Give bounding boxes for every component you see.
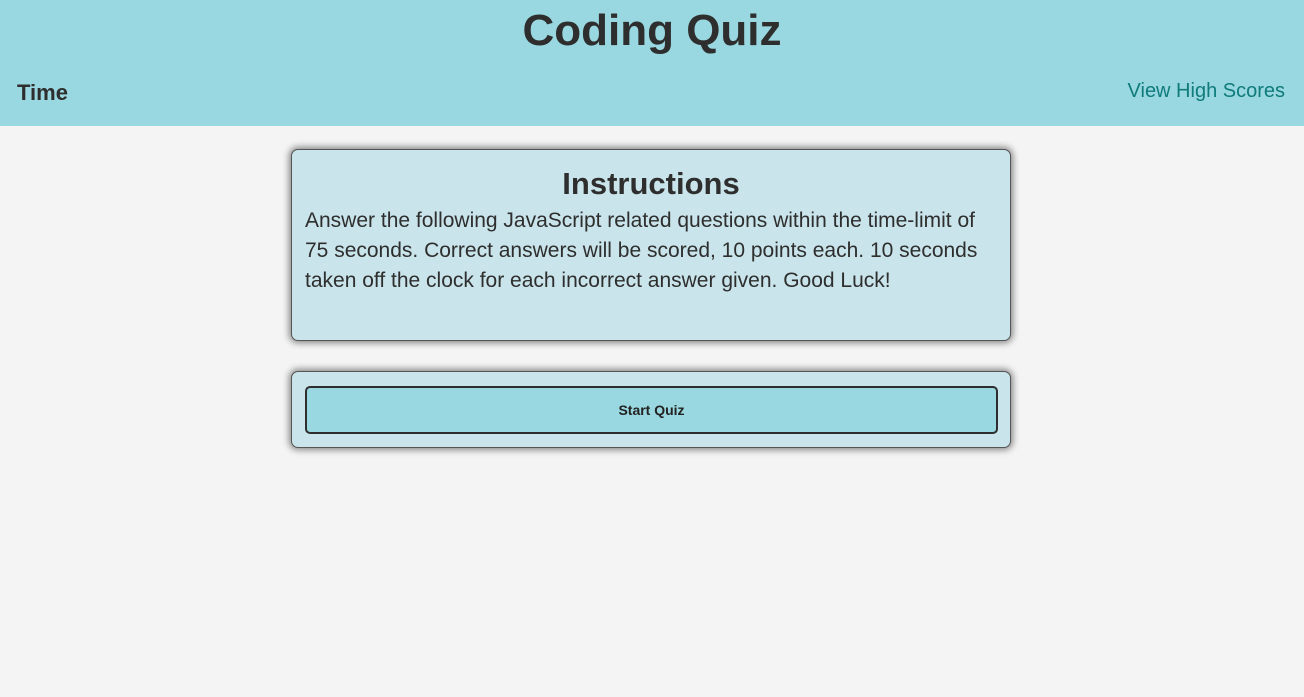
timer-label: Time	[17, 80, 68, 105]
page-header: Coding Quiz Time View High Scores	[0, 0, 1304, 126]
start-card: Start Quiz	[291, 371, 1011, 448]
page-title: Coding Quiz	[522, 6, 782, 55]
instructions-card: Instructions Answer the following JavaSc…	[291, 149, 1011, 341]
instructions-text: Answer the following JavaScript related …	[305, 209, 978, 292]
view-high-scores-link[interactable]: View High Scores	[1128, 78, 1285, 104]
instructions-heading: Instructions	[562, 166, 740, 201]
start-quiz-button[interactable]: Start Quiz	[305, 386, 998, 434]
